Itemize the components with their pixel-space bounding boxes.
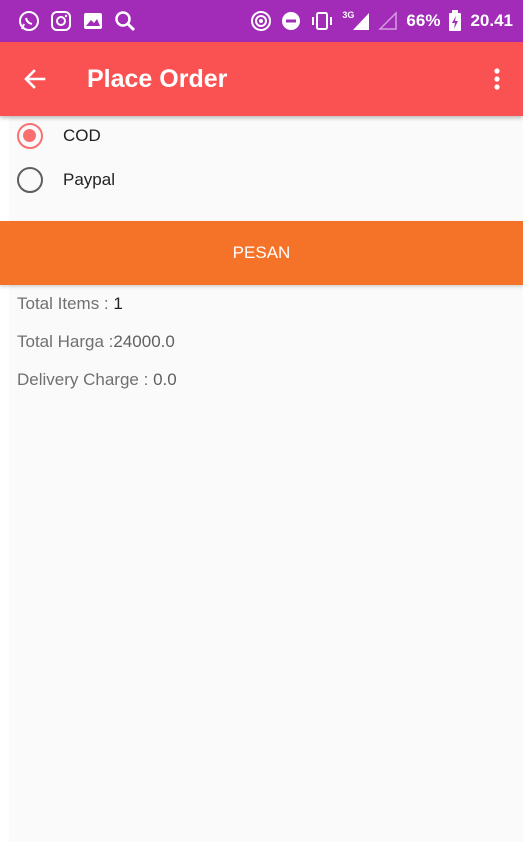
app-bar: Place Order [0, 42, 523, 116]
do-not-disturb-icon [280, 10, 302, 32]
total-items-value: 1 [113, 294, 123, 313]
screen: 3G 66% 20.41 Place Order COD Paypal PESA… [0, 0, 523, 842]
total-harga-label: Total Harga : [17, 332, 114, 351]
more-options-button[interactable] [477, 42, 517, 116]
arrow-left-icon [24, 69, 46, 89]
no-signal-icon [378, 11, 398, 31]
network-type-label: 3G [342, 10, 355, 20]
total-harga-row: Total Harga :24000.0 [17, 332, 175, 352]
status-system: 3G 66% 20.41 [242, 10, 513, 32]
instagram-icon [50, 10, 72, 32]
battery-percent: 66% [406, 11, 441, 30]
delivery-charge-value: 0.0 [153, 370, 177, 389]
radio-cod[interactable] [17, 123, 43, 149]
payment-option-cod[interactable]: COD [17, 119, 101, 153]
signal-icon: 3G [342, 10, 370, 31]
hotspot-icon [250, 10, 272, 32]
payment-option-paypal[interactable]: Paypal [17, 163, 115, 197]
payment-option-label: Paypal [63, 170, 115, 189]
search-icon [114, 10, 136, 32]
total-items-label: Total Items : [17, 294, 114, 313]
clock: 20.41 [470, 11, 513, 30]
status-bar: 3G 66% 20.41 [0, 0, 523, 42]
gallery-icon [82, 10, 104, 32]
back-button[interactable] [13, 42, 57, 116]
delivery-charge-label: Delivery Charge : [17, 370, 154, 389]
payment-option-label: COD [63, 126, 101, 145]
whatsapp-icon [18, 10, 40, 32]
total-harga-value: 24000.0 [113, 332, 175, 351]
vibrate-icon [310, 10, 334, 32]
total-items-row: Total Items : 1 [17, 294, 123, 314]
status-notifications [18, 10, 146, 32]
page-title: Place Order [87, 64, 228, 93]
order-content: COD Paypal PESAN Total Items : 1 Total H… [0, 116, 523, 842]
radio-paypal[interactable] [17, 167, 43, 193]
battery-icon [448, 10, 462, 32]
more-vert-icon [494, 68, 500, 90]
delivery-charge-row: Delivery Charge : 0.0 [17, 370, 177, 390]
order-button[interactable]: PESAN [0, 221, 523, 285]
